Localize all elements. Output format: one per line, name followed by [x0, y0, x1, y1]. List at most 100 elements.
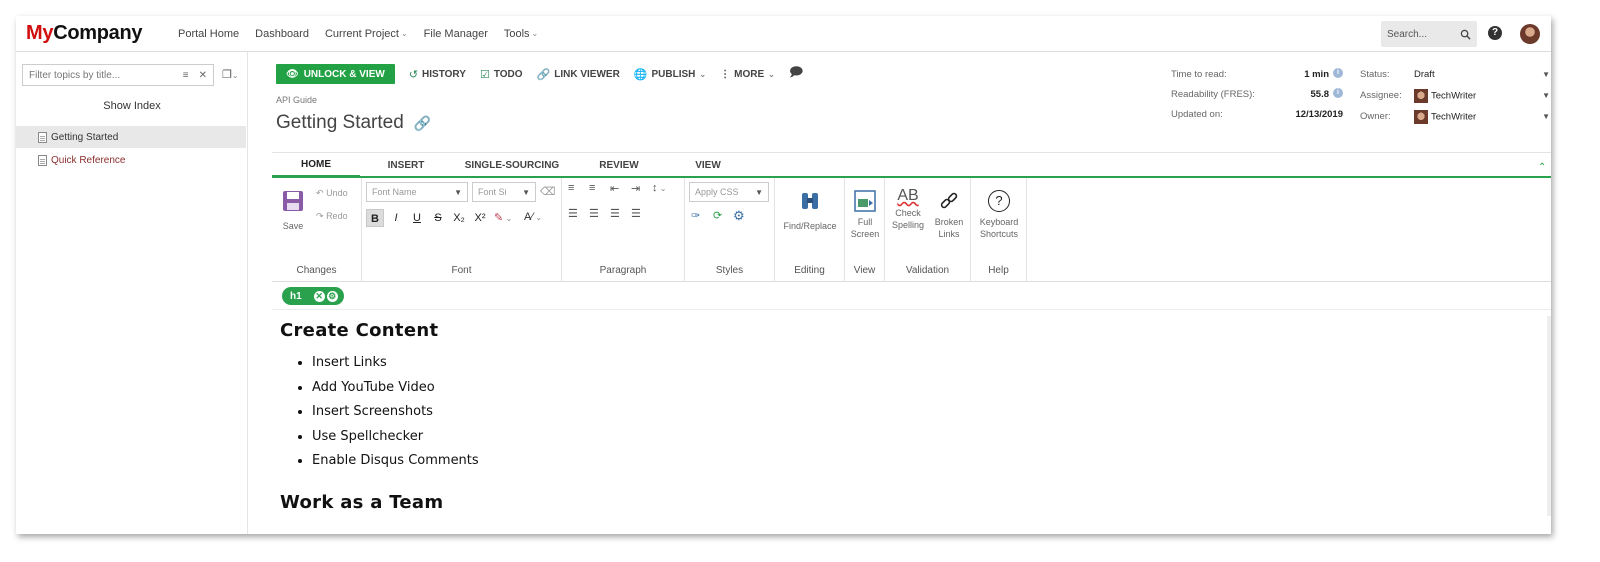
group-paragraph: ≡ ≡ ⇤ ⇥ ↕ ⌄ ☰ ☰ ☰ ☰ Paragraph	[562, 178, 685, 282]
info-icon[interactable]: i	[1333, 88, 1343, 98]
link-viewer-button[interactable]: 🔗 LINK VIEWER	[537, 68, 620, 81]
nav-file-manager[interactable]: File Manager	[424, 28, 488, 40]
check-spelling-button[interactable]: AB Check Spelling	[887, 188, 929, 231]
keyboard-shortcuts-button[interactable]: ? Keyboard Shortcuts	[971, 190, 1027, 240]
filter-topics-input[interactable]: Filter topics by title... ≡ ✕	[22, 64, 214, 86]
tab-home[interactable]: HOME	[272, 153, 360, 177]
underline-button[interactable]: U	[408, 209, 426, 227]
chevron-down-icon: ⌄	[531, 29, 539, 38]
apply-css-select[interactable]: Apply CSS ▼	[689, 182, 769, 202]
editor-scrollbar[interactable]	[1547, 316, 1551, 516]
redo-button[interactable]: ↷ Redo	[316, 211, 348, 222]
eye-icon: 👁	[286, 68, 299, 80]
clear-icon[interactable]: ✕	[199, 70, 207, 81]
help-icon[interactable]: ?	[1488, 26, 1502, 40]
refresh-style-icon[interactable]: ⟳	[713, 209, 722, 222]
filter-icon[interactable]: ≡	[183, 70, 189, 81]
breadcrumb[interactable]: API Guide	[276, 95, 317, 105]
chevron-down-icon: ⌄	[533, 213, 543, 222]
undo-button[interactable]: ↶ Undo	[316, 188, 348, 199]
tag-settings-icon[interactable]: ⚙	[326, 290, 338, 302]
indent-icon[interactable]: ⇥	[631, 182, 640, 195]
content-heading[interactable]: Create Content	[280, 320, 1538, 341]
subscript-button[interactable]: X₂	[450, 209, 468, 227]
nav-current-project[interactable]: Current Project ⌄	[325, 28, 408, 40]
save-button[interactable]: Save	[278, 190, 308, 232]
chevron-down-icon: ⌄	[503, 214, 513, 223]
list-item[interactable]: Insert Screenshots	[312, 404, 1538, 429]
user-avatar[interactable]	[1520, 24, 1540, 44]
numbered-list-icon[interactable]: ≡	[589, 182, 595, 194]
nav-dashboard[interactable]: Dashboard	[255, 28, 309, 40]
nav-tools[interactable]: Tools ⌄	[504, 28, 538, 40]
broken-links-button[interactable]: Broken Links	[929, 190, 969, 240]
history-button[interactable]: ↺ HISTORY	[409, 68, 466, 81]
list-item[interactable]: Add YouTube Video	[312, 380, 1538, 405]
dropdown-arrow-icon: ▼	[1542, 91, 1550, 100]
align-justify-icon[interactable]: ☰	[631, 207, 641, 220]
topic-getting-started[interactable]: Getting Started	[16, 126, 246, 148]
bold-button[interactable]: B	[366, 209, 384, 227]
group-styles: Apply CSS ▼ ✑ ⟳ ⚙ Styles	[685, 178, 775, 282]
list-item[interactable]: Insert Links	[312, 355, 1538, 380]
editor-content[interactable]: Create Content Insert Links Add YouTube …	[278, 316, 1538, 527]
nav-portal-home[interactable]: Portal Home	[178, 28, 239, 40]
remove-tag-icon[interactable]: ✕	[313, 290, 325, 302]
content-list[interactable]: Insert Links Add YouTube Video Insert Sc…	[312, 355, 1538, 478]
outdent-icon[interactable]: ⇤	[610, 182, 619, 195]
content-heading[interactable]: Work as a Team	[280, 492, 1538, 513]
strikethrough-button[interactable]: S	[429, 209, 447, 227]
assignee-select[interactable]: TechWriter ▼	[1414, 89, 1550, 109]
find-replace-button[interactable]: Find/Replace	[775, 190, 845, 232]
tab-review[interactable]: REVIEW	[572, 153, 666, 177]
link-viewer-icon: 🔗	[536, 68, 551, 81]
tab-single-sourcing[interactable]: SINGLE-SOURCING	[452, 153, 572, 177]
superscript-button[interactable]: X²	[471, 209, 489, 227]
full-screen-button[interactable]: Full Screen	[845, 190, 885, 240]
owner-select[interactable]: TechWriter ▼	[1414, 110, 1550, 130]
show-index-button[interactable]: Show Index	[16, 100, 248, 112]
kebab-icon: ⋮	[720, 68, 731, 80]
font-color-icon[interactable]: A⁄ ⌄	[524, 211, 542, 223]
company-logo[interactable]: MyCompany	[26, 22, 178, 45]
question-circle-icon: ?	[988, 190, 1010, 212]
info-icon[interactable]: i	[1333, 68, 1343, 78]
align-right-icon[interactable]: ☰	[610, 207, 620, 220]
search-input[interactable]: Search...	[1381, 21, 1477, 47]
style-settings-icon[interactable]: ⚙	[733, 208, 745, 224]
search-icon[interactable]	[1460, 29, 1471, 40]
link-icon[interactable]: 🔗	[414, 115, 431, 132]
comment-icon: 🗩	[788, 64, 804, 79]
list-item[interactable]: Use Spellchecker	[312, 429, 1538, 454]
list-item[interactable]: Enable Disqus Comments	[312, 453, 1538, 478]
broken-link-icon	[940, 192, 958, 209]
unlock-view-button[interactable]: 👁 UNLOCK & VIEW	[276, 64, 395, 84]
tab-insert[interactable]: INSERT	[360, 153, 452, 177]
paint-style-icon[interactable]: ✑	[691, 209, 700, 222]
align-center-icon[interactable]: ☰	[589, 207, 599, 220]
topic-quick-reference[interactable]: Quick Reference	[16, 149, 246, 171]
chevron-down-icon: ⌄	[657, 184, 667, 193]
document-properties: Status: Assignee: Owner: Draft ▼ TechWrit…	[1360, 68, 1550, 130]
italic-button[interactable]: I	[387, 209, 405, 227]
publish-button[interactable]: 🌐 PUBLISH ⌄	[634, 68, 706, 81]
tab-view[interactable]: VIEW	[666, 153, 750, 177]
top-navbar: MyCompany Portal Home Dashboard Current …	[16, 16, 1551, 52]
todo-button[interactable]: ☑ TODO	[480, 68, 523, 81]
bullet-list-icon[interactable]: ≡	[568, 182, 574, 194]
chevron-down-icon: ⌄	[400, 29, 408, 38]
highlight-color-icon[interactable]: ✎ ⌄	[494, 211, 512, 224]
collapse-ribbon-icon[interactable]: ⌃	[1538, 162, 1546, 173]
more-button[interactable]: ⋮ MORE ⌄	[720, 69, 775, 80]
tag-h1[interactable]: h1 ✕ ⚙	[282, 287, 344, 305]
copy-icon[interactable]: ❐⌄	[222, 68, 239, 81]
line-spacing-icon[interactable]: ↕ ⌄	[652, 182, 666, 194]
clear-format-icon[interactable]: ⌫	[540, 185, 556, 198]
dropdown-arrow-icon: ▼	[1542, 112, 1550, 121]
comments-button[interactable]: 🗩	[789, 63, 803, 85]
document-toolbar: 👁 UNLOCK & VIEW ↺ HISTORY ☑ TODO 🔗 LINK VIE…	[276, 64, 803, 84]
align-left-icon[interactable]: ☰	[568, 207, 578, 220]
font-name-select[interactable]: Font Name ▼	[366, 182, 468, 202]
status-select[interactable]: Draft ▼	[1414, 68, 1550, 88]
font-size-select[interactable]: Font Si ▼	[472, 182, 536, 202]
